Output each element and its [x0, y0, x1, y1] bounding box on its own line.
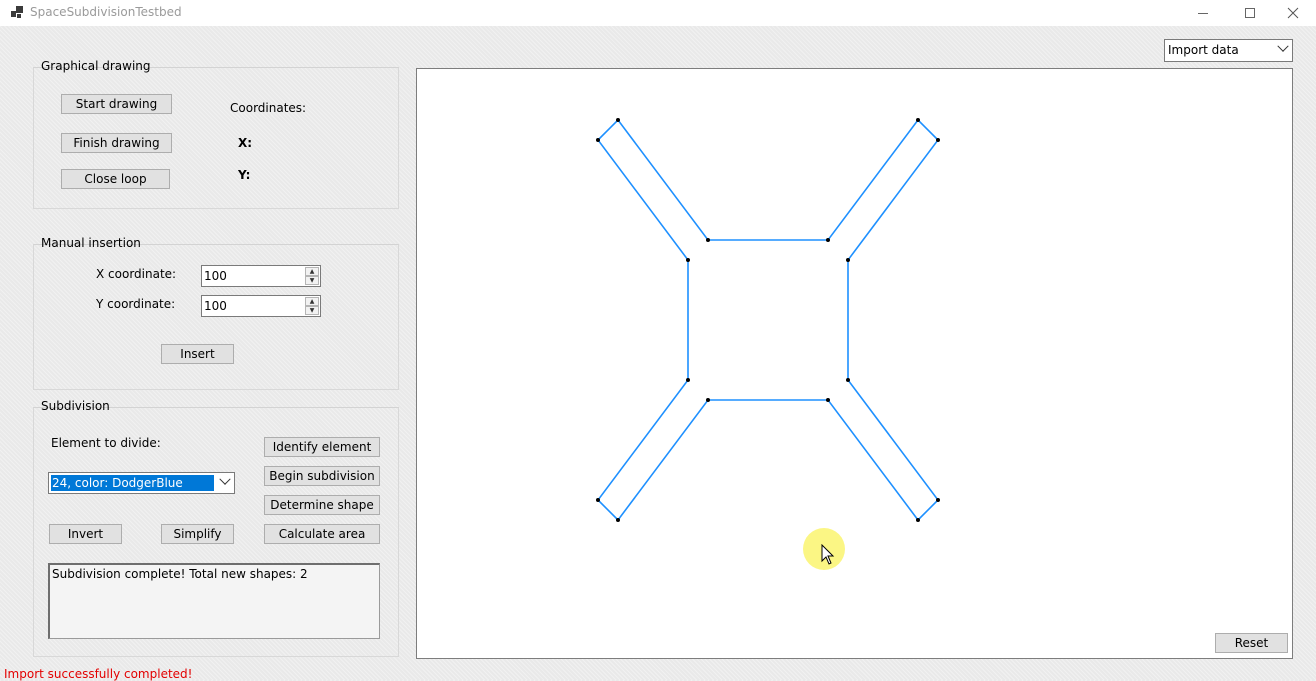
title-bar: SpaceSubdivisionTestbed [0, 0, 1316, 26]
drawing-canvas[interactable] [416, 68, 1293, 659]
minimize-button[interactable] [1180, 0, 1226, 26]
vertex-points [596, 118, 940, 522]
close-button[interactable] [1270, 0, 1316, 26]
vertex-point [826, 238, 830, 242]
app-icon [11, 6, 23, 18]
vertex-point [826, 398, 830, 402]
vertex-point [686, 258, 690, 262]
element-select[interactable]: 24, color: DodgerBlue [48, 472, 235, 494]
vertex-point [596, 498, 600, 502]
up-arrow-icon[interactable]: ▲ [305, 267, 319, 276]
finish-drawing-button[interactable]: Finish drawing [61, 133, 172, 153]
x-spin-buttons[interactable]: ▲ ▼ [305, 267, 319, 285]
mouse-pointer-icon [821, 544, 835, 565]
invert-button[interactable]: Invert [49, 524, 122, 544]
status-message: Import successfully completed! [4, 667, 193, 681]
begin-subdivision-button[interactable]: Begin subdivision [264, 466, 380, 486]
vertex-point [706, 398, 710, 402]
close-loop-button[interactable]: Close loop [61, 169, 170, 189]
simplify-button[interactable]: Simplify [161, 524, 234, 544]
y-coordinate-value: 100 [204, 299, 227, 313]
y-coordinate-stepper[interactable]: 100 ▲ ▼ [201, 295, 321, 317]
chevron-down-icon [219, 473, 231, 485]
x-coordinate-readout-label: X: [238, 136, 253, 150]
y-coordinate-readout-label: Y: [238, 168, 251, 182]
chevron-down-icon [1277, 40, 1289, 52]
vertex-point [916, 118, 920, 122]
import-data-select[interactable]: Import data [1164, 39, 1293, 62]
x-coordinate-label: X coordinate: [96, 267, 177, 281]
vertex-point [616, 518, 620, 522]
subdivision-output-text: Subdivision complete! Total new shapes: … [52, 567, 308, 581]
start-drawing-button[interactable]: Start drawing [61, 94, 172, 114]
shape-outline [596, 118, 940, 522]
up-arrow-icon[interactable]: ▲ [305, 297, 319, 306]
calculate-area-button[interactable]: Calculate area [264, 524, 380, 544]
maximize-icon [1245, 8, 1255, 18]
window-title: SpaceSubdivisionTestbed [30, 5, 182, 19]
vertex-point [616, 118, 620, 122]
close-icon [1287, 7, 1299, 19]
vertex-point [936, 498, 940, 502]
vertex-point [846, 258, 850, 262]
y-spin-buttons[interactable]: ▲ ▼ [305, 297, 319, 315]
import-data-value: Import data [1168, 43, 1239, 57]
vertex-point [596, 138, 600, 142]
vertex-point [916, 518, 920, 522]
subdivided-shape [596, 118, 940, 522]
vertex-point [706, 238, 710, 242]
subdivision-output-textbox[interactable]: Subdivision complete! Total new shapes: … [48, 563, 380, 639]
down-arrow-icon[interactable]: ▼ [305, 306, 319, 315]
element-to-divide-label: Element to divide: [51, 436, 161, 450]
vertex-point [936, 138, 940, 142]
reset-button[interactable]: Reset [1215, 633, 1288, 653]
x-coordinate-value: 100 [204, 269, 227, 283]
down-arrow-icon[interactable]: ▼ [305, 276, 319, 285]
identify-element-button[interactable]: Identify element [264, 437, 380, 457]
insert-button[interactable]: Insert [161, 344, 234, 364]
drawing-svg [596, 118, 940, 522]
y-coordinate-label: Y coordinate: [96, 297, 176, 311]
coordinates-label: Coordinates: [230, 101, 307, 115]
graphical-drawing-title: Graphical drawing [41, 59, 151, 73]
element-select-value: 24, color: DodgerBlue [51, 475, 214, 491]
minimize-icon [1198, 12, 1208, 14]
maximize-button[interactable] [1227, 0, 1273, 26]
subdivision-title: Subdivision [41, 399, 110, 413]
x-coordinate-stepper[interactable]: 100 ▲ ▼ [201, 265, 321, 287]
vertex-point [846, 378, 850, 382]
vertex-point [686, 378, 690, 382]
manual-insertion-title: Manual insertion [41, 236, 141, 250]
determine-shape-button[interactable]: Determine shape [264, 495, 380, 515]
